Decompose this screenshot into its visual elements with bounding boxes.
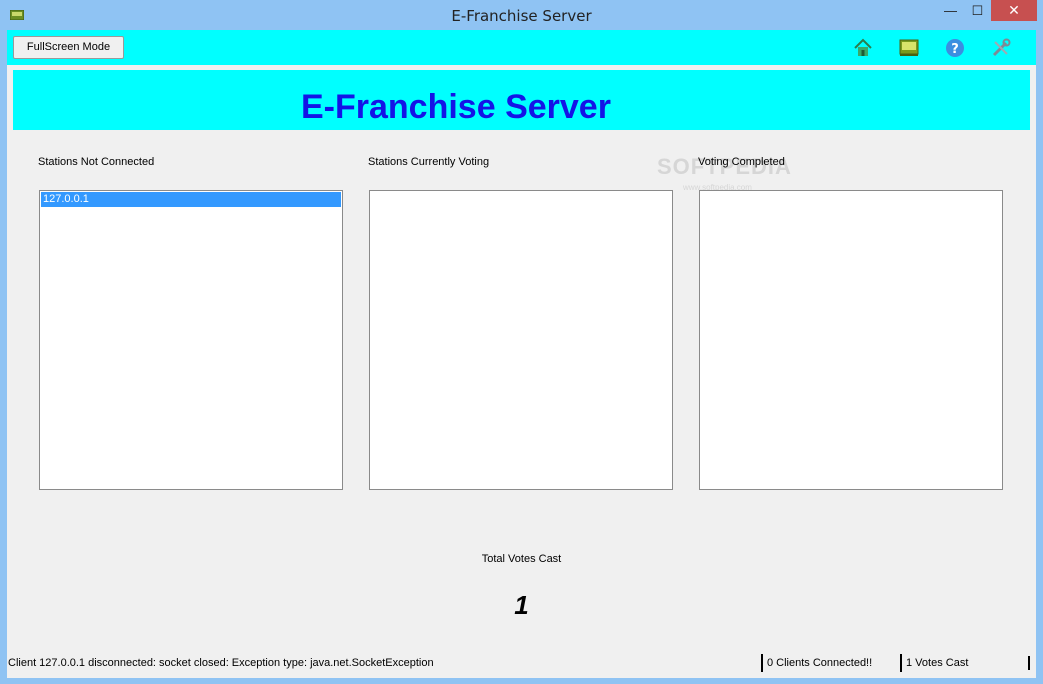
voting-completed-list[interactable] bbox=[699, 190, 1003, 490]
stations-not-connected-list[interactable]: 127.0.0.1 bbox=[39, 190, 343, 490]
toolbar: FullScreen Mode ? bbox=[7, 30, 1036, 65]
help-icon[interactable]: ? bbox=[945, 38, 965, 58]
settings-tools-icon[interactable] bbox=[991, 38, 1011, 58]
status-message: Client 127.0.0.1 disconnected: socket cl… bbox=[8, 657, 434, 669]
home-icon[interactable] bbox=[853, 38, 873, 58]
svg-text:?: ? bbox=[951, 42, 959, 57]
total-votes-count: 1 bbox=[514, 590, 529, 620]
window-title: E-Franchise Server bbox=[451, 7, 592, 25]
banner-title: E-Franchise Server bbox=[301, 88, 611, 126]
header-banner: E-Franchise Server bbox=[13, 70, 1030, 130]
close-button[interactable]: ✕ bbox=[991, 0, 1037, 21]
fullscreen-button[interactable]: FullScreen Mode bbox=[13, 36, 124, 59]
total-votes-label: Total Votes Cast bbox=[481, 553, 562, 565]
maximize-button[interactable]: ☐ bbox=[964, 0, 991, 21]
stations-currently-voting-list[interactable] bbox=[369, 190, 673, 490]
status-divider bbox=[1028, 656, 1030, 670]
status-bar: Client 127.0.0.1 disconnected: socket cl… bbox=[7, 652, 1036, 674]
monitor-icon[interactable] bbox=[899, 38, 919, 58]
votes-cast-status: 1 Votes Cast bbox=[900, 654, 968, 672]
minimize-button[interactable]: — bbox=[937, 0, 964, 21]
list-item[interactable]: 127.0.0.1 bbox=[41, 192, 341, 207]
voting-completed-label: Voting Completed bbox=[698, 156, 785, 168]
stations-not-connected-label: Stations Not Connected bbox=[38, 156, 155, 168]
stations-currently-voting-label: Stations Currently Voting bbox=[368, 156, 490, 168]
clients-connected-status: 0 Clients Connected!! bbox=[761, 654, 872, 672]
main-window: FullScreen Mode ? E-Franchise Server SOF… bbox=[7, 30, 1036, 678]
title-bar: E-Franchise Server — ☐ ✕ bbox=[0, 0, 1043, 30]
